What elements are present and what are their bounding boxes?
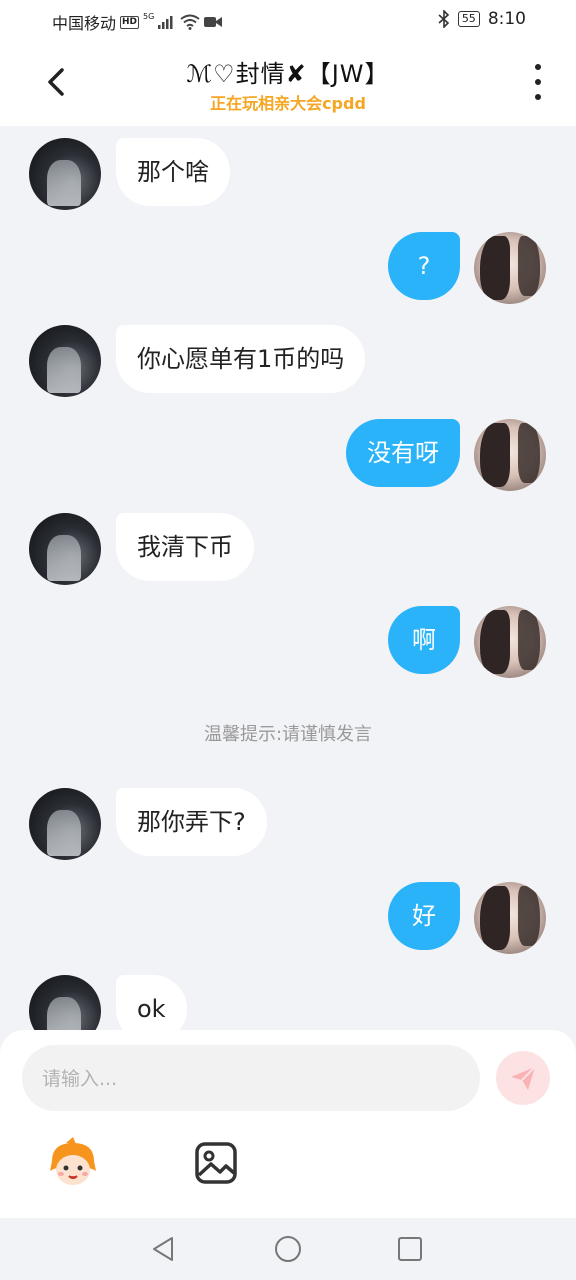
message-input[interactable] bbox=[40, 1045, 464, 1113]
send-button[interactable] bbox=[496, 1051, 550, 1105]
clock: 8:10 bbox=[487, 9, 526, 29]
message-bubble-sent[interactable]: ? bbox=[388, 232, 460, 300]
contact-avatar[interactable] bbox=[29, 325, 101, 397]
system-notice: 温馨提示:请谨慎发言 bbox=[203, 724, 373, 745]
status-right: 55 8:10 bbox=[438, 9, 526, 29]
contact-name: ℳ♡封情✘【JW】 bbox=[186, 60, 390, 88]
more-vertical-icon bbox=[535, 64, 541, 70]
chat-header: ℳ♡封情✘【JW】 正在玩相亲大会cpdd bbox=[0, 40, 576, 126]
nav-recents-icon[interactable] bbox=[396, 1235, 424, 1263]
message-bubble-sent[interactable]: 没有呀 bbox=[346, 419, 460, 487]
contact-status: 正在玩相亲大会cpdd bbox=[210, 94, 366, 113]
message-list[interactable]: 那个啥 ? 你心愿单有1币的吗 没有呀 我清下币 啊 温馨提示:请谨慎发言 那你… bbox=[0, 126, 576, 1030]
more-vertical-icon-dot bbox=[535, 79, 541, 85]
message-input-container[interactable] bbox=[22, 1045, 480, 1113]
send-icon bbox=[511, 1066, 536, 1090]
message-bubble-received[interactable]: 那你弄下? bbox=[116, 788, 267, 856]
carrier-name: 中国移动 bbox=[52, 14, 117, 33]
emoji-button[interactable] bbox=[46, 1137, 100, 1189]
contact-avatar[interactable] bbox=[29, 513, 101, 585]
message-bubble-received[interactable]: 我清下币 bbox=[116, 513, 254, 581]
composer-panel bbox=[0, 1030, 576, 1218]
my-avatar[interactable] bbox=[474, 419, 546, 491]
hd-badge: HD bbox=[120, 15, 140, 29]
bluetooth-icon bbox=[438, 10, 449, 28]
status-bar: 中国移动 HD 5G 55 8:10 bbox=[0, 0, 576, 40]
message-bubble-received[interactable]: ok bbox=[116, 975, 187, 1030]
network-type: 5G bbox=[143, 11, 155, 21]
contact-avatar[interactable] bbox=[29, 788, 101, 860]
image-icon bbox=[195, 1142, 237, 1184]
message-bubble-received[interactable]: 那个啥 bbox=[116, 138, 230, 206]
more-options-button[interactable] bbox=[528, 64, 548, 100]
image-button[interactable] bbox=[194, 1141, 238, 1185]
my-avatar[interactable] bbox=[474, 232, 546, 304]
more-vertical-icon-dot bbox=[535, 94, 541, 100]
nav-back-icon[interactable] bbox=[150, 1235, 178, 1263]
my-avatar[interactable] bbox=[474, 882, 546, 954]
nav-home-icon[interactable] bbox=[274, 1235, 302, 1263]
system-nav-bar bbox=[0, 1218, 576, 1280]
contact-avatar[interactable] bbox=[29, 138, 101, 210]
my-avatar[interactable] bbox=[474, 606, 546, 678]
status-left: 中国移动 HD 5G bbox=[52, 10, 223, 34]
message-bubble-received[interactable]: 你心愿单有1币的吗 bbox=[116, 325, 366, 393]
signal-icon bbox=[158, 16, 173, 29]
message-bubble-sent[interactable]: 好 bbox=[388, 882, 460, 950]
contact-avatar[interactable] bbox=[29, 975, 101, 1030]
battery-indicator: 55 bbox=[457, 11, 480, 27]
message-bubble-sent[interactable]: 啊 bbox=[388, 606, 460, 674]
mascot-emoji-icon bbox=[50, 1137, 96, 1185]
video-icon bbox=[204, 17, 223, 27]
wifi-icon bbox=[180, 14, 200, 30]
